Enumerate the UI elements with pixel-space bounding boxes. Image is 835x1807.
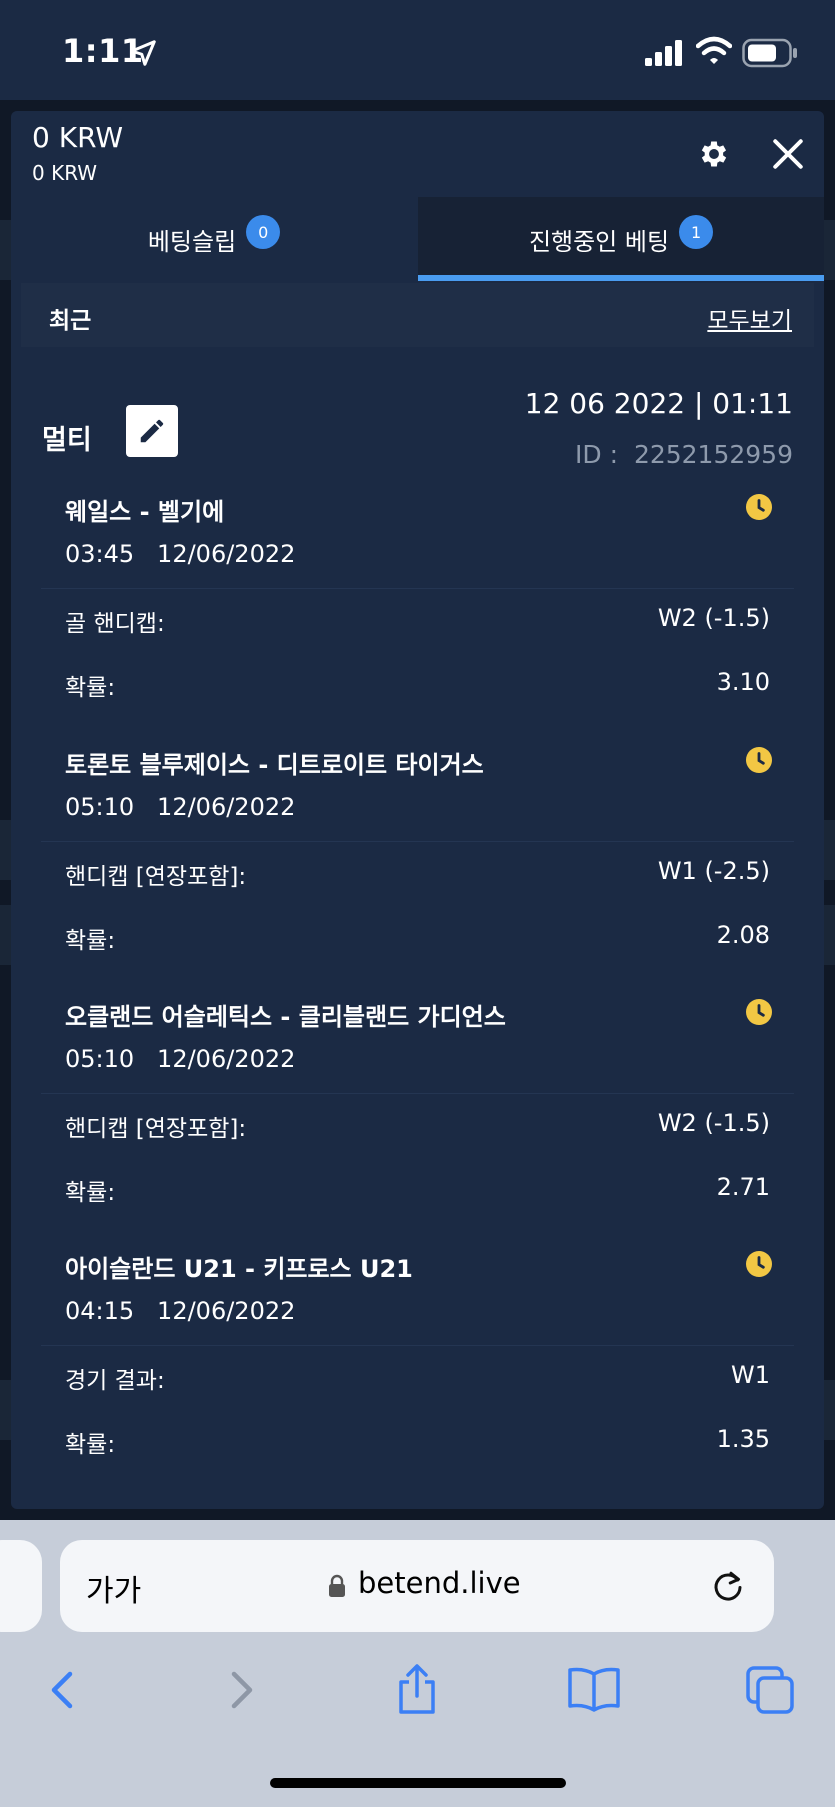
clock-icon [746, 999, 772, 1025]
tab-betslip-badge: 0 [246, 215, 281, 249]
address-bar[interactable]: 가가 betend.live [60, 1540, 774, 1632]
previous-tab-stub[interactable] [0, 1540, 42, 1632]
event-time: 05:10 12/06/2022 [65, 1045, 296, 1073]
event-odds: 2.08 [716, 921, 770, 949]
event-market: 핸디캡 [연장포함]: [65, 1116, 247, 1142]
clock-icon [746, 747, 772, 773]
url-text: betend.live [358, 1566, 521, 1600]
bet-type-label: 멀티 [42, 425, 92, 456]
back-arrow-icon[interactable] [32, 1660, 92, 1720]
edit-bet-button[interactable] [126, 405, 178, 457]
event-odds: 2.71 [716, 1173, 770, 1201]
location-arrow-icon [130, 40, 156, 66]
status-bar: 1:11 [0, 0, 835, 100]
event-name: 오클랜드 어슬레틱스 - 클리블랜드 가디언스 [65, 1003, 506, 1031]
betslip-panel: 0 KRW 0 KRW 베팅슬립 0 진행중인 베팅 1 최근 모두보기 멀티 … [11, 111, 824, 1509]
bet-datetime: 12 06 2022 | 01:11 [524, 387, 793, 420]
clock-icon [746, 1251, 772, 1277]
reload-icon[interactable] [710, 1568, 746, 1604]
wifi-icon [696, 36, 732, 64]
recent-label: 최근 [49, 308, 92, 334]
browser-toolbar: 가가 betend.live [0, 1520, 835, 1807]
bet-id-label: ID : [575, 440, 619, 469]
event-odds-label: 확률: [65, 1432, 116, 1458]
event-odds-label: 확률: [65, 928, 116, 954]
bookmarks-book-icon[interactable] [564, 1660, 624, 1720]
bet-id-value: 2252152959 [633, 440, 793, 469]
event-odds-label: 확률: [65, 675, 116, 701]
event-time: 03:45 12/06/2022 [65, 540, 296, 568]
balance-sub: 0 KRW [32, 161, 98, 185]
event-time: 04:15 12/06/2022 [65, 1297, 296, 1325]
cellular-signal-icon [645, 40, 682, 66]
event-pick: W2 (-1.5) [657, 1109, 770, 1137]
recent-header: 최근 모두보기 [21, 283, 814, 347]
event-name: 웨일스 - 벨기에 [65, 498, 225, 526]
event-odds-label: 확률: [65, 1180, 116, 1206]
tabs-overview-icon[interactable] [740, 1660, 800, 1720]
close-icon[interactable] [771, 137, 805, 171]
event-divider [41, 1345, 794, 1346]
event-pick: W1 [731, 1361, 770, 1389]
share-icon[interactable] [387, 1660, 447, 1720]
active-tab-indicator [418, 275, 824, 281]
pencil-icon [140, 419, 164, 443]
tab-open-bets-badge: 1 [679, 215, 714, 249]
home-indicator [270, 1778, 566, 1788]
event-divider [41, 1093, 794, 1094]
event-market: 골 핸디캡: [65, 611, 165, 637]
bet-id: ID : 2252152959 [575, 440, 793, 469]
event-pick: W2 (-1.5) [657, 604, 770, 632]
event-market: 핸디캡 [연장포함]: [65, 864, 247, 890]
tab-betslip-label: 베팅슬립 [147, 227, 237, 256]
tab-open-bets[interactable]: 진행중인 베팅 1 [418, 197, 824, 281]
forward-arrow-icon[interactable] [212, 1660, 272, 1720]
tab-open-bets-label: 진행중인 베팅 [528, 227, 670, 256]
balance-main: 0 KRW [32, 121, 124, 154]
view-all-link[interactable]: 모두보기 [707, 301, 792, 335]
event-market: 경기 결과: [65, 1368, 165, 1394]
lock-icon [329, 1574, 345, 1597]
event-odds: 3.10 [716, 668, 770, 696]
clock-icon [746, 494, 772, 520]
event-odds: 1.35 [716, 1425, 770, 1453]
bet-card: 멀티 12 06 2022 | 01:11 ID : 2252152959 웨일… [21, 365, 814, 1509]
event-divider [41, 588, 794, 589]
event-time: 05:10 12/06/2022 [65, 793, 296, 821]
text-size-button[interactable]: 가가 [86, 1566, 141, 1610]
event-pick: W1 (-2.5) [657, 857, 770, 885]
event-name: 토론토 블루제이스 - 디트로이트 타이거스 [65, 751, 484, 779]
battery-icon [742, 38, 797, 68]
tab-betslip[interactable]: 베팅슬립 0 [11, 197, 417, 281]
betslip-tabs: 베팅슬립 0 진행중인 베팅 1 [11, 197, 824, 281]
settings-gear-icon[interactable] [697, 137, 731, 171]
event-divider [41, 841, 794, 842]
event-name: 아이슬란드 U21 - 키프로스 U21 [65, 1255, 413, 1283]
